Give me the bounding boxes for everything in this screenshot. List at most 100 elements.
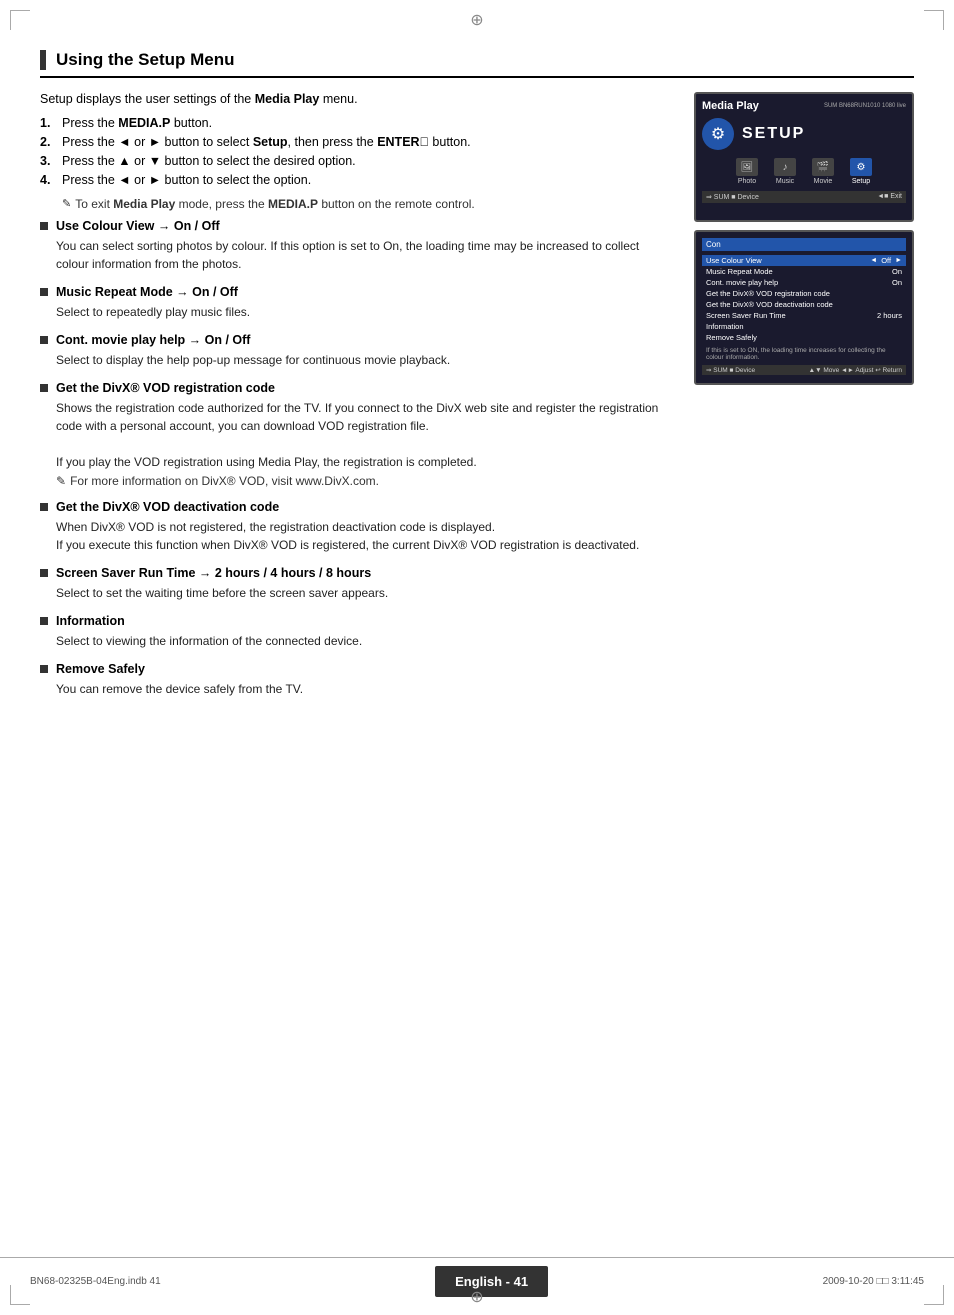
arrow-left-icon: ◄	[870, 257, 877, 264]
bullet-screen-saver: Screen Saver Run Time → 2 hours / 4 hour…	[40, 566, 674, 602]
bullet-sq	[40, 222, 48, 230]
step-2: 2. Press the ◄ or ► button to select Set…	[40, 135, 674, 149]
footer-left: BN68-02325B-04Eng.indb 41	[30, 1276, 161, 1287]
screen1-icon-movie: 🎬 Movie	[812, 158, 834, 185]
screen2-note: If this is set to ON, the loading time i…	[702, 345, 906, 363]
arrow-right-icon: ►	[895, 257, 902, 264]
note-line: ✎ To exit Media Play mode, press the MED…	[62, 197, 674, 211]
menu-label-cont-movie: Cont. movie play help	[706, 278, 778, 287]
corner-mark-tl	[10, 10, 30, 30]
screen1-icon-music: ♪ Music	[774, 158, 796, 185]
bullet-music-repeat-body: Select to repeatedly play music files.	[56, 303, 674, 321]
page-content: Using the Setup Menu Setup displays the …	[40, 50, 914, 1255]
bullet-music-repeat-title: Music Repeat Mode → On / Off	[56, 285, 238, 299]
step-1-text: Press the MEDIA.P button.	[62, 116, 212, 130]
screen2-header: Con	[702, 238, 906, 251]
step-1-num: 1.	[40, 116, 58, 130]
tv-screen-2: Con Use Colour View ◄ Off ► Music Repeat…	[694, 230, 914, 385]
footer-page-label: English - 41	[435, 1266, 548, 1297]
note-text: To exit Media Play mode, press the MEDIA…	[75, 197, 475, 211]
bullet-divx-deact-body: When DivX® VOD is not registered, the re…	[56, 518, 674, 554]
main-layout: Setup displays the user settings of the …	[40, 92, 914, 710]
bullet-sq	[40, 617, 48, 625]
bullet-information: Information Select to viewing the inform…	[40, 614, 674, 650]
step-2-text: Press the ◄ or ► button to select Setup,…	[62, 135, 471, 149]
screen1-icon-setup: ⚙ Setup	[850, 158, 872, 185]
bullet-sq	[40, 384, 48, 392]
music-label: Music	[776, 178, 794, 185]
menu-row-divx-reg: Get the DivX® VOD registration code	[702, 288, 906, 299]
step-1: 1. Press the MEDIA.P button.	[40, 116, 674, 130]
bullet-remove-safely-body: You can remove the device safely from th…	[56, 680, 674, 698]
photo-icon: 🖼	[736, 158, 758, 176]
bullet-divx-reg-title: Get the DivX® VOD registration code	[56, 381, 275, 395]
bullet-use-colour-view-title: Use Colour View → On / Off	[56, 219, 220, 233]
menu-label-screen-saver: Screen Saver Run Time	[706, 311, 786, 320]
bullet-information-header: Information	[40, 614, 674, 628]
screen2-bottom: ⇒ SUM ■ Device ▲▼ Move ◄► Adjust ↩ Retur…	[702, 365, 906, 375]
top-crosshair	[467, 10, 487, 30]
screen1-bottom-right: ◄■ Exit	[877, 193, 902, 201]
menu-row-divx-deact: Get the DivX® VOD deactivation code	[702, 299, 906, 310]
step-4-num: 4.	[40, 173, 58, 187]
menu-label-colour-view: Use Colour View	[706, 256, 762, 265]
screen2-header-left: Con	[706, 240, 721, 249]
bullet-screen-saver-title: Screen Saver Run Time → 2 hours / 4 hour…	[56, 566, 371, 580]
bullet-divx-reg-body: Shows the registration code authorized f…	[56, 399, 674, 471]
bullet-remove-safely-header: Remove Safely	[40, 662, 674, 676]
steps-list: 1. Press the MEDIA.P button. 2. Press th…	[40, 116, 674, 187]
note-icon-2: ✎	[56, 474, 66, 488]
step-3-text: Press the ▲ or ▼ button to select the de…	[62, 154, 356, 168]
bullet-information-title: Information	[56, 614, 125, 628]
bullet-divx-reg-note: ✎ For more information on DivX® VOD, vis…	[56, 474, 674, 488]
menu-row-screen-saver: Screen Saver Run Time 2 hours	[702, 310, 906, 321]
bullet-sq	[40, 503, 48, 511]
intro-text: Setup displays the user settings of the …	[40, 92, 674, 106]
section-title-bar	[40, 50, 46, 70]
bullet-music-repeat: Music Repeat Mode → On / Off Select to r…	[40, 285, 674, 321]
screen1-bottom-bar: ⇒ SUM ■ Device ◄■ Exit	[702, 191, 906, 203]
screen1-bottom-left: ⇒ SUM ■ Device	[706, 193, 759, 201]
step-3-num: 3.	[40, 154, 58, 168]
screen1-title: Media Play	[702, 100, 759, 112]
screen2-bottom-right: ▲▼ Move ◄► Adjust ↩ Return	[809, 366, 902, 374]
left-column: Setup displays the user settings of the …	[40, 92, 674, 710]
step-2-num: 2.	[40, 135, 58, 149]
screen1-icons: 🖼 Photo ♪ Music 🎬 Movie ⚙ Setup	[702, 158, 906, 185]
menu-row-cont-movie: Cont. movie play help On	[702, 277, 906, 288]
movie-label: Movie	[814, 178, 833, 185]
bullet-screen-saver-header: Screen Saver Run Time → 2 hours / 4 hour…	[40, 566, 674, 580]
bullet-screen-saver-body: Select to set the waiting time before th…	[56, 584, 674, 602]
menu-label-information: Information	[706, 322, 744, 331]
section-title: Using the Setup Menu	[40, 50, 914, 78]
bullet-sq	[40, 569, 48, 577]
bullet-remove-safely-title: Remove Safely	[56, 662, 145, 676]
menu-val-cont-movie: On	[892, 278, 902, 287]
bullet-music-repeat-header: Music Repeat Mode → On / Off	[40, 285, 674, 299]
menu-value-colour-view: ◄ Off ►	[870, 256, 902, 265]
menu-label-music-repeat: Music Repeat Mode	[706, 267, 773, 276]
movie-icon: 🎬	[812, 158, 834, 176]
music-icon: ♪	[774, 158, 796, 176]
setup-icon: ⚙	[850, 158, 872, 176]
bullet-cont-movie-header: Cont. movie play help → On / Off	[40, 333, 674, 347]
menu-val-screen-saver: 2 hours	[877, 311, 902, 320]
menu-val-colour-view: Off	[881, 256, 891, 265]
menu-label-divx-reg: Get the DivX® VOD registration code	[706, 289, 830, 298]
screen1-info: SUM BN68RUN1010 1080 live	[824, 103, 906, 109]
tv-screen-1: Media Play SUM BN68RUN1010 1080 live ⚙ S…	[694, 92, 914, 222]
bullet-cont-movie: Cont. movie play help → On / Off Select …	[40, 333, 674, 369]
bullet-divx-reg-note-text: For more information on DivX® VOD, visit…	[70, 474, 379, 488]
corner-mark-tr	[924, 10, 944, 30]
bullet-cont-movie-title: Cont. movie play help → On / Off	[56, 333, 250, 347]
right-column: Media Play SUM BN68RUN1010 1080 live ⚙ S…	[694, 92, 914, 710]
footer-right: 2009-10-20 □□ 3:11:45	[823, 1276, 924, 1287]
step-4-text: Press the ◄ or ► button to select the op…	[62, 173, 311, 187]
bullet-divx-deact-title: Get the DivX® VOD deactivation code	[56, 500, 279, 514]
bottom-crosshair: ⊕	[470, 1287, 483, 1307]
bullet-use-colour-view-header: Use Colour View → On / Off	[40, 219, 674, 233]
menu-row-remove-safely: Remove Safely	[702, 332, 906, 343]
bullet-sq	[40, 288, 48, 296]
bullet-sq	[40, 665, 48, 673]
bullet-divx-reg: Get the DivX® VOD registration code Show…	[40, 381, 674, 488]
